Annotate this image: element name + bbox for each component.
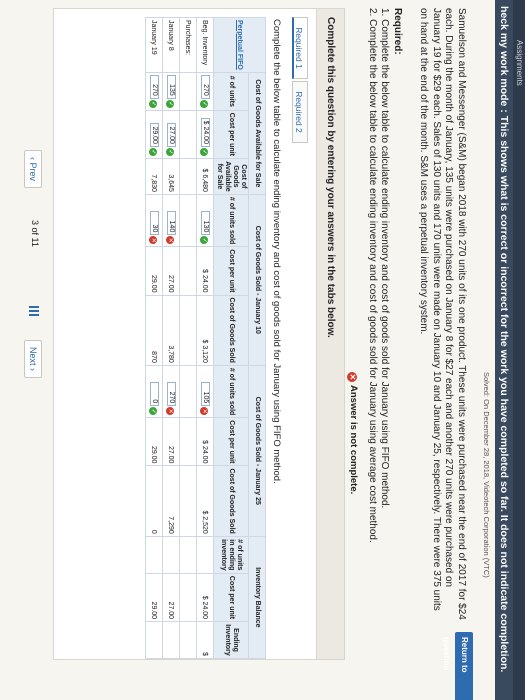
answer-status: ✕ Answer is not complete. (347, 372, 359, 494)
panel-heading: Complete this question by entering your … (316, 9, 344, 659)
cell-cogas: 3,645 (162, 158, 180, 195)
cell-cost-per-unit-sold-2[interactable]: 29.00 (145, 417, 163, 466)
cell-cost-per-unit[interactable]: $ 24.00✓ (196, 110, 214, 159)
col-cogs-2: Cost of Goods Sold (213, 465, 249, 537)
cell-cost-per-unit-sold-2[interactable]: 27.00 (162, 417, 180, 466)
cell-cost-per-unit-ending[interactable]: 27.00 (162, 573, 180, 622)
col-cost-per-unit: Cost per unit (213, 110, 249, 159)
check-mode-banner: heck my work mode : This shows what is c… (495, 0, 513, 700)
check-icon: ✓ (200, 147, 208, 156)
col-units-sold: # of units sold (213, 194, 249, 247)
col-units-ending: # of units in ending inventory (213, 536, 249, 574)
cell-cogs: $ 3,120 (196, 295, 214, 366)
cell-cost-per-unit-sold[interactable]: 27.00 (162, 246, 180, 296)
check-icon: ✓ (149, 147, 157, 156)
cell-cost-per-unit-ending[interactable]: $ 24.00 (196, 573, 214, 622)
error-icon: ✕ (347, 372, 357, 382)
solved-note-link[interactable]: Solved: On December 28, 2018, Videotech … (482, 372, 491, 578)
tab-required-2[interactable]: Required 2 (292, 81, 308, 143)
row-label: January 8 (162, 17, 180, 73)
prev-button[interactable]: ‹ Prev (24, 150, 42, 189)
col-cost-per-unit-3: Cost per unit (213, 417, 249, 466)
cell-cogs-2: 0 (145, 465, 163, 537)
table-row: Purchases: (179, 17, 197, 659)
table-instruction: Complete the below table to calculate en… (271, 19, 282, 484)
col-units-sold-2: # of units sold (213, 365, 249, 418)
cell-cogas: $ 6,480 (196, 158, 214, 195)
problem-statement: Samuelson and Messenger (S&M) began 2018… (418, 8, 468, 620)
cell-units-ending[interactable] (162, 536, 180, 574)
cell-cogs: 3,780 (162, 295, 180, 366)
check-icon: ✓ (166, 99, 174, 108)
check-icon: ✓ (149, 99, 157, 108)
cell-units[interactable]: 270✓ (196, 72, 214, 111)
fifo-table: Perpetual FIFO Cost of Goods Available f… (145, 17, 266, 659)
question-panel: Complete this question by entering your … (53, 8, 345, 660)
table-row: Beg. Inventory 270✓ $ 24.00✓ $ 6,480 130… (196, 17, 214, 659)
cell-ending-inventory (145, 621, 163, 659)
col-cogs: Cost of Goods Sold (213, 295, 249, 366)
next-button[interactable]: Next › (24, 340, 42, 379)
cell-units-sold-2[interactable]: 0✓ (145, 365, 163, 418)
cell-ending-inventory: $ (196, 621, 214, 659)
top-bar: Assignments (513, 0, 525, 700)
cell-cost-per-unit-ending[interactable]: 29.00 (145, 573, 163, 622)
cross-icon: ✕ (166, 407, 174, 416)
perpetual-fifo-header: Perpetual FIFO (213, 17, 266, 73)
col-ending-inventory: Ending Inventory (213, 621, 249, 659)
page-indicator: 3 of 11 (30, 220, 40, 247)
check-icon: ✓ (149, 407, 157, 416)
cell-units[interactable]: 270✓ (145, 72, 163, 111)
cell-units-ending[interactable] (145, 536, 163, 574)
cell-cogs-2: 7,290 (162, 465, 180, 537)
cell-cost-per-unit[interactable]: 29.00✓ (145, 110, 163, 159)
cell-units-sold[interactable]: 130✓ (196, 194, 214, 247)
available-group-header: Cost of Goods Available for Sale (248, 72, 266, 195)
cross-icon: ✕ (200, 407, 208, 416)
cell-cogs: 870 (145, 295, 163, 366)
table-row: January 8 135✓ 27.00✓ 3,645 140✕ 27.00 3… (162, 17, 180, 659)
check-icon: ✓ (200, 236, 208, 245)
cross-icon: ✕ (149, 236, 157, 245)
row-label: Purchases: (179, 17, 197, 73)
cell-units[interactable]: 135✓ (162, 72, 180, 111)
required-item-2: 2. Complete the below table to calculate… (367, 8, 378, 543)
table-row: January 19 270✓ 29.00✓ 7,830 30✕ 29.00 8… (145, 17, 163, 659)
sold-jan10-group-header: Cost of Goods Sold - January 10 (248, 194, 266, 366)
cell-cogs-2: $ 2,520 (196, 465, 214, 537)
cell-ending-inventory (162, 621, 180, 659)
row-label: Beg. Inventory (196, 17, 214, 73)
col-cost-per-unit-2: Cost per unit (213, 246, 249, 296)
col-units: # of units (213, 72, 249, 111)
grid-icon[interactable] (29, 306, 39, 316)
required-heading: Required: (392, 8, 403, 55)
cell-units-ending[interactable] (196, 536, 214, 574)
cell-units-sold[interactable]: 30✕ (145, 194, 163, 247)
cell-units-sold-2[interactable]: 105✕ (196, 365, 214, 418)
row-label: January 19 (145, 17, 163, 73)
cell-cost-per-unit-sold[interactable]: 29.00 (145, 246, 163, 296)
sold-jan25-group-header: Cost of Goods Sold - January 25 (248, 365, 266, 537)
cross-icon: ✕ (166, 236, 174, 245)
cell-units-sold[interactable]: 140✕ (162, 194, 180, 247)
col-cost-per-unit-4: Cost per unit (213, 573, 249, 622)
cell-cost-per-unit[interactable]: 27.00✓ (162, 110, 180, 159)
check-icon: ✓ (166, 147, 174, 156)
inventory-balance-group-header: Inventory Balance (248, 536, 266, 659)
answer-status-text: Answer is not complete. (348, 385, 359, 495)
required-item-1: 1. Complete the below table to calculate… (379, 8, 391, 509)
cell-units-sold-2[interactable]: 270✕ (162, 365, 180, 418)
rotated-screen: Assignments heck my work mode : This sho… (0, 0, 525, 700)
topbar-label: Assignments (515, 40, 524, 86)
col-cogas: Cost of Goods Available for Sale (213, 158, 249, 195)
cell-cost-per-unit-sold-2[interactable]: $ 24.00 (196, 417, 214, 466)
photo-frame: Assignments heck my work mode : This sho… (0, 0, 525, 700)
return-to-question-button[interactable]: Return to question (442, 632, 473, 700)
cell-cogas: 7,830 (145, 158, 163, 195)
required-section: Required: 1. Complete the below table to… (366, 8, 403, 620)
cell-cost-per-unit-sold[interactable]: $ 24.00 (196, 246, 214, 296)
tab-required-1[interactable]: Required 1 (292, 17, 308, 79)
check-icon: ✓ (200, 99, 208, 108)
